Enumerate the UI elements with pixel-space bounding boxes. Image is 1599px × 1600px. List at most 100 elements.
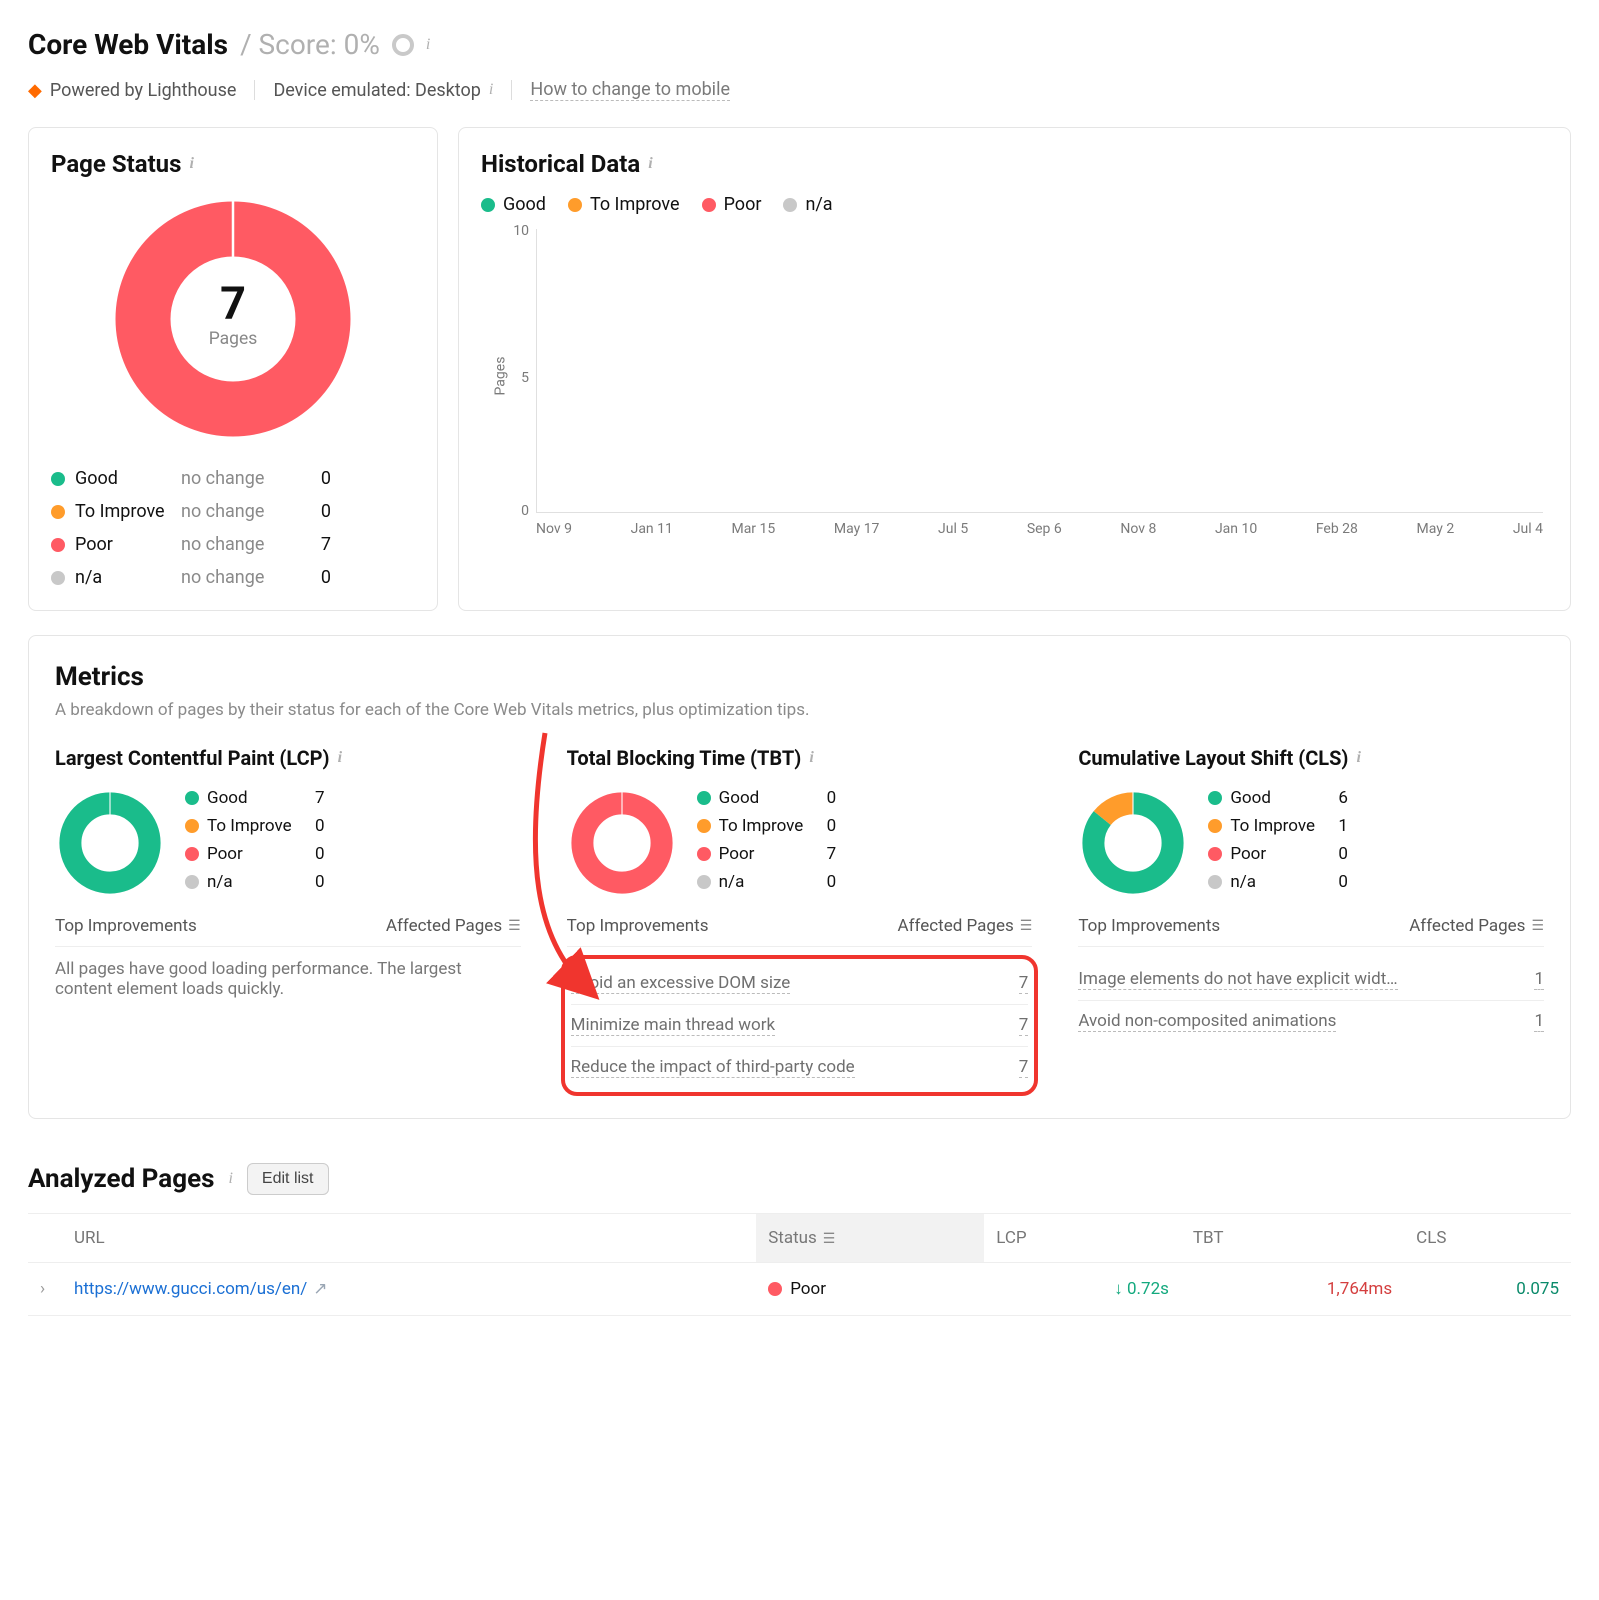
affected-count[interactable]: 7 (1019, 973, 1029, 994)
legend-item: Poor (702, 194, 762, 215)
y-tick: 0 (509, 503, 529, 519)
lighthouse-icon: ◆ (28, 80, 42, 101)
improvement-link[interactable]: Avoid an excessive DOM size (571, 973, 791, 994)
legend-change: no change (181, 567, 301, 588)
info-icon[interactable]: i (338, 749, 342, 767)
page-header: Core Web Vitals / Score: 0% i (28, 28, 1571, 61)
legend-item: n/a (697, 872, 827, 892)
info-icon[interactable]: i (426, 36, 430, 54)
sort-icon[interactable]: ☰ (1531, 918, 1544, 934)
improvement-link[interactable]: Avoid non-composited animations (1078, 1011, 1336, 1032)
page-status-legend: Good no change 0To Improve no change 0Po… (51, 468, 415, 588)
legend-item: Good (185, 788, 315, 808)
external-link-icon[interactable]: ↗ (313, 1279, 327, 1299)
metric-column: Total Blocking Time (TBT) i Good0To Impr… (567, 746, 1033, 1092)
affected-pages-label: Affected Pages (898, 916, 1014, 936)
dot-icon (783, 198, 797, 212)
page-url-link[interactable]: https://www.gucci.com/us/en/ (74, 1279, 307, 1299)
historical-chart: Pages 10 5 0 (481, 223, 1548, 543)
info-icon[interactable]: i (228, 1170, 232, 1188)
legend-item: To Improve (1208, 816, 1338, 836)
svg-text:7: 7 (220, 277, 246, 330)
historical-card: Historical Data i GoodTo ImprovePoorn/a … (458, 127, 1571, 611)
x-tick: Sep 6 (1027, 521, 1062, 543)
divider (254, 80, 255, 100)
trend-down-icon: ↓ (1114, 1279, 1123, 1299)
x-tick: Jul 4 (1513, 521, 1543, 543)
dot-icon (1208, 847, 1222, 861)
legend-value: 0 (315, 844, 345, 864)
info-icon[interactable]: i (1356, 749, 1360, 767)
x-tick: Mar 15 (731, 521, 775, 543)
legend-value: 1 (1338, 816, 1368, 836)
dot-icon (702, 198, 716, 212)
legend-value: 0 (1338, 844, 1368, 864)
improvement-row: Avoid non-composited animations 1 (1078, 1001, 1544, 1042)
info-icon[interactable]: i (489, 81, 493, 99)
legend-item: n/a (185, 872, 315, 892)
dot-icon (697, 875, 711, 889)
col-url[interactable]: URL (62, 1214, 756, 1263)
metric-legend: Good7To Improve0Poor0n/a0 (185, 788, 345, 892)
how-to-link[interactable]: How to change to mobile (530, 79, 730, 101)
sort-icon[interactable]: ☰ (1020, 918, 1033, 934)
page-status-card: Page Status i 7 Pages Good no change 0To… (28, 127, 438, 611)
improvement-row: Reduce the impact of third-party code 7 (571, 1047, 1029, 1088)
dot-icon (697, 847, 711, 861)
affected-count[interactable]: 7 (1019, 1057, 1029, 1078)
legend-value: 7 (301, 534, 331, 555)
powered-by: ◆ Powered by Lighthouse (28, 80, 236, 101)
improvement-row: Image elements do not have explicit widt… (1078, 959, 1544, 1001)
sub-header: ◆ Powered by Lighthouse Device emulated:… (28, 79, 1571, 101)
legend-item: To Improve (568, 194, 680, 215)
info-icon[interactable]: i (189, 155, 193, 173)
score-label: / Score: 0% (240, 28, 380, 61)
metric-column: Largest Contentful Paint (LCP) i Good7To… (55, 746, 521, 1092)
affected-count[interactable]: 1 (1534, 969, 1544, 990)
improvement-link[interactable]: Minimize main thread work (571, 1015, 775, 1036)
x-tick: May 2 (1417, 521, 1455, 543)
sort-icon[interactable]: ☰ (508, 918, 521, 934)
legend-item: Poor (185, 844, 315, 864)
col-lcp[interactable]: LCP (984, 1214, 1181, 1263)
dot-icon (768, 1282, 782, 1296)
legend-item: Good (481, 194, 546, 215)
legend-change: no change (181, 501, 301, 522)
legend-item: n/a (783, 194, 832, 215)
affected-count[interactable]: 7 (1019, 1015, 1029, 1036)
affected-pages-label: Affected Pages (1409, 916, 1525, 936)
sort-icon: ☰ (823, 1231, 836, 1247)
info-icon[interactable]: i (809, 749, 813, 767)
dot-icon (481, 198, 495, 212)
metrics-subtitle: A breakdown of pages by their status for… (55, 700, 1544, 720)
dot-icon (1208, 791, 1222, 805)
col-status[interactable]: Status☰ (756, 1214, 984, 1263)
dot-icon (185, 875, 199, 889)
tbt-highlight-box: Avoid an excessive DOM size 7 Minimize mai… (561, 955, 1039, 1096)
info-icon[interactable]: i (648, 155, 652, 173)
col-tbt[interactable]: TBT (1181, 1214, 1404, 1263)
top-improvements-label: Top Improvements (567, 916, 709, 936)
legend-value: 0 (827, 872, 857, 892)
metric-title: Cumulative Layout Shift (CLS) i (1078, 746, 1544, 770)
analyzed-title: Analyzed Pages (28, 1164, 214, 1194)
metric-column: Cumulative Layout Shift (CLS) i Good6To … (1078, 746, 1544, 1092)
legend-item: Good (697, 788, 827, 808)
affected-count[interactable]: 1 (1534, 1011, 1544, 1032)
dot-icon (185, 847, 199, 861)
x-tick: Jul 5 (938, 521, 968, 543)
legend-value: 0 (315, 816, 345, 836)
improvement-link[interactable]: Reduce the impact of third-party code (571, 1057, 855, 1078)
metric-title: Largest Contentful Paint (LCP) i (55, 746, 521, 770)
improvement-link[interactable]: Image elements do not have explicit widt… (1078, 969, 1397, 990)
legend-value: 0 (315, 872, 345, 892)
x-tick: Nov 8 (1120, 521, 1156, 543)
x-tick: Nov 9 (536, 521, 572, 543)
dot-icon (697, 819, 711, 833)
expand-row-icon[interactable]: › (40, 1279, 45, 1299)
dot-icon (51, 538, 65, 552)
legend-value: 6 (1338, 788, 1368, 808)
legend-value: 7 (315, 788, 345, 808)
edit-list-button[interactable]: Edit list (247, 1163, 329, 1195)
col-cls[interactable]: CLS (1404, 1214, 1571, 1263)
